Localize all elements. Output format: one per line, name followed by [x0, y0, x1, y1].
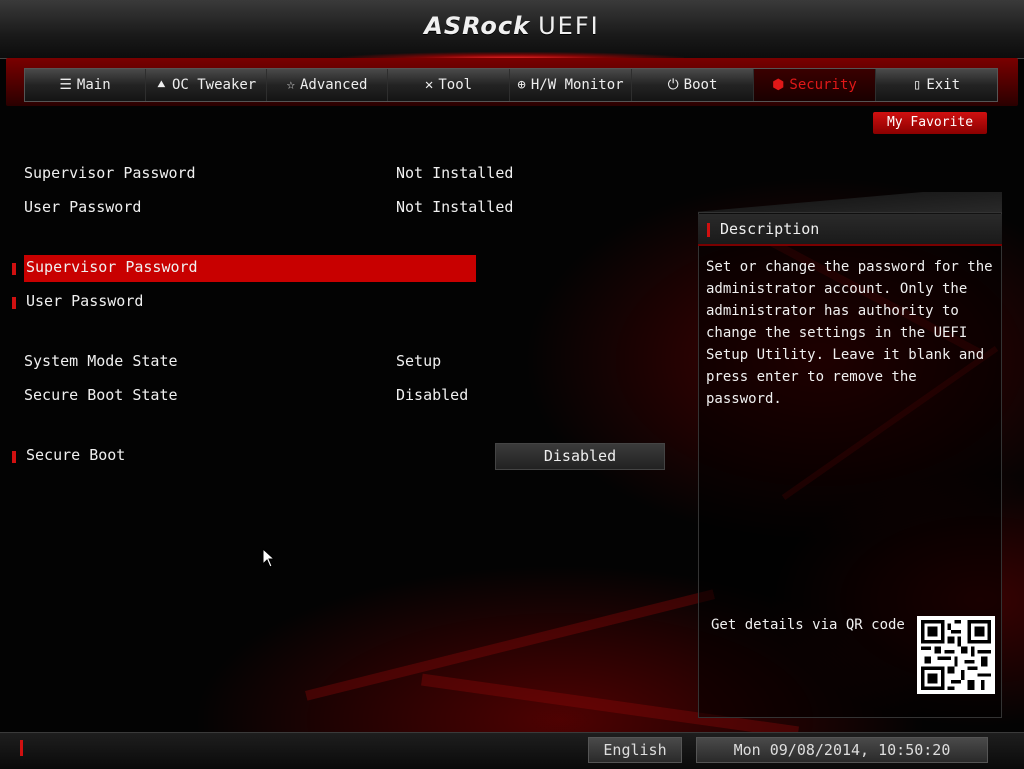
- tab-security[interactable]: ⬢ Security: [754, 69, 876, 101]
- supervisor-password-status-label: Supervisor Password: [24, 164, 196, 182]
- qr-code-image: [917, 616, 995, 694]
- description-header: Description: [698, 214, 1002, 246]
- item-marker: [12, 263, 16, 275]
- header-marker: [707, 223, 710, 237]
- user-password-status-label: User Password: [24, 198, 142, 216]
- system-mode-state-value: Setup: [396, 352, 442, 370]
- user-password-status-value: Not Installed: [396, 198, 514, 216]
- supervisor-password-item-label: Supervisor Password: [26, 258, 198, 276]
- rocket-icon: ⯅: [155, 77, 167, 93]
- tab-oc-tweaker[interactable]: ⯅ OC Tweaker: [146, 69, 267, 101]
- asrock-logo: ASRock UEFI: [424, 12, 600, 40]
- tab-tool[interactable]: ✕ Tool: [388, 69, 510, 101]
- item-marker: [12, 451, 16, 463]
- tab-advanced[interactable]: ☆ Advanced: [267, 69, 388, 101]
- mouse-cursor-icon: [262, 548, 276, 568]
- system-mode-state-label: System Mode State: [24, 352, 178, 370]
- door-icon: ▯: [912, 77, 922, 93]
- my-favorite-button[interactable]: My Favorite: [873, 112, 987, 134]
- tab-exit[interactable]: ▯ Exit: [876, 69, 997, 101]
- description-panel-edge: [698, 192, 1002, 214]
- power-icon: ⏻: [667, 77, 679, 93]
- date-time-display: Mon 09/08/2014, 10:50:20: [696, 737, 988, 763]
- star-icon: ☆: [286, 77, 295, 93]
- user-password-item[interactable]: User Password: [26, 292, 476, 316]
- monitor-icon: ⊕: [517, 77, 526, 93]
- secure-boot-state-label: Secure Boot State: [24, 386, 178, 404]
- description-title: Description: [720, 220, 820, 238]
- background-shard: [305, 589, 715, 701]
- secure-boot-select[interactable]: Disabled: [495, 443, 665, 470]
- footer-marker: [20, 740, 23, 756]
- language-button[interactable]: English: [588, 737, 682, 763]
- item-marker: [12, 297, 16, 309]
- shield-icon: ⬢: [772, 77, 785, 93]
- header-bar: ASRock UEFI: [0, 0, 1024, 59]
- description-text: Set or change the password for the admin…: [706, 259, 993, 407]
- qr-code-label: Get details via QR code: [711, 617, 905, 633]
- qr-code-icon: [921, 620, 991, 690]
- secure-boot-label: Secure Boot: [26, 446, 126, 464]
- main-nav: ☰ Main ⯅ OC Tweaker ☆ Advanced ✕ Tool ⊕ H/W M…: [24, 68, 998, 102]
- tab-main[interactable]: ☰ Main: [25, 69, 146, 101]
- supervisor-password-status-value: Not Installed: [396, 164, 514, 182]
- tab-boot[interactable]: ⏻ Boot: [632, 69, 754, 101]
- tab-hw-monitor[interactable]: ⊕ H/W Monitor: [510, 69, 632, 101]
- list-icon: ☰: [59, 77, 72, 93]
- tools-icon: ✕: [424, 77, 434, 93]
- secure-boot-state-value: Disabled: [396, 386, 469, 404]
